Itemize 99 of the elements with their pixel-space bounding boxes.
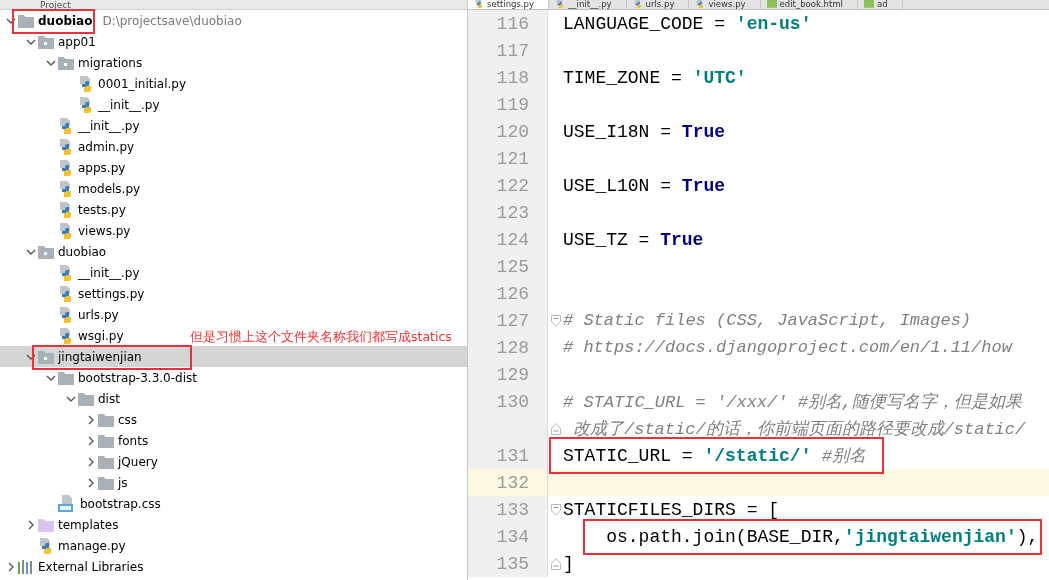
tree-item[interactable]: apps.py [0, 157, 126, 178]
package-folder-icon [58, 55, 74, 70]
line-number: 134 [468, 523, 548, 550]
package-folder-icon [38, 34, 54, 49]
libraries-icon [18, 559, 34, 574]
tree-item[interactable]: manage.py [0, 535, 126, 556]
python-file-icon [58, 138, 74, 155]
tree-item[interactable]: wsgi.py [0, 325, 124, 346]
line-number: 131 [468, 442, 548, 469]
line-number: 121 [468, 145, 548, 172]
code-text: os.path.join(BASE_DIR,'jingtaiwenjian'), [563, 526, 1039, 547]
tree-item[interactable]: js [0, 472, 128, 493]
python-file-icon [58, 222, 74, 239]
code-text: STATICFILES_DIRS = [ [563, 499, 780, 520]
folder-icon [98, 475, 114, 490]
tree-item[interactable]: External Libraries [0, 556, 144, 577]
css-file-icon [58, 494, 76, 513]
folder-path: D:\projectsave\duobiao [102, 13, 242, 28]
line-number: 120 [468, 118, 548, 145]
line-number: 130 [468, 388, 548, 415]
folder-icon [18, 13, 34, 28]
line-number: 123 [468, 199, 548, 226]
line-number: 125 [468, 253, 548, 280]
code-text: # STATIC_URL = '/xxx/' #别名,随便写名字，但是如果 [563, 391, 1023, 413]
code-text: STATIC_URL = '/static/' #别名 [563, 444, 866, 467]
code-text: 改成了/static/的话，你前端页面的路径要改成/static/ [572, 419, 1026, 440]
line-number: 133 [468, 496, 548, 523]
folder-icon [98, 412, 114, 427]
tree-item[interactable]: urls.py [0, 304, 119, 325]
line-number: 129 [468, 361, 548, 388]
html-file-icon [863, 0, 874, 10]
python-file-icon [58, 306, 74, 323]
code-text: USE_TZ = True [563, 229, 704, 250]
package-folder-icon [38, 349, 54, 364]
line-number: 127 [468, 307, 548, 334]
line-number: 118 [468, 64, 548, 91]
line-number: 117 [468, 37, 548, 64]
tree-item[interactable]: admin.py [0, 136, 135, 157]
tree-item[interactable]: views.py [0, 220, 131, 241]
tree-item[interactable]: tests.py [0, 199, 126, 220]
line-number: 119 [468, 91, 548, 118]
line-number: 128 [468, 334, 548, 361]
code-text: # https://docs.djangoproject.com/en/1.11/how [563, 338, 1012, 357]
editor-tab[interactable]: ad [857, 0, 903, 9]
folder-icon [78, 391, 94, 406]
package-folder-icon [38, 244, 54, 259]
tree-item[interactable]: migrations [0, 52, 143, 73]
tree-item[interactable]: jingtaiwenjian [0, 346, 467, 367]
line-number: 124 [468, 226, 548, 253]
python-file-icon [78, 75, 94, 92]
tree-item[interactable]: bootstrap-3.3.0-dist [0, 367, 197, 388]
python-file-icon [58, 180, 74, 197]
folder-icon [98, 433, 114, 448]
tree-item[interactable]: app01 [0, 31, 96, 52]
line-number: 135 [468, 550, 548, 577]
python-file-icon [58, 327, 74, 344]
python-file-icon [78, 96, 94, 113]
tree-item[interactable]: bootstrap.css [0, 493, 161, 514]
tree-item[interactable]: settings.py [0, 283, 145, 304]
annotation-note: 但是习惯上这个文件夹名称我们都写成statics [190, 329, 452, 344]
code-text: USE_L10N = True [563, 175, 726, 196]
python-file-icon [38, 537, 54, 554]
tree-item[interactable]: jQuery [0, 451, 158, 472]
html-file-icon [766, 0, 777, 10]
tree-item[interactable]: templates [0, 514, 119, 535]
python-file-icon [58, 201, 74, 218]
editor-tab[interactable]: urls.py [626, 0, 690, 9]
tree-item[interactable]: dist [0, 388, 120, 409]
editor-tab[interactable]: settings.py [468, 0, 550, 9]
editor-tab[interactable]: views.py [689, 0, 761, 9]
code-text: TIME_ZONE = 'UTC' [563, 67, 747, 88]
python-file-icon [58, 159, 74, 176]
editor-tab[interactable]: __init__.py [549, 0, 627, 9]
tree-item[interactable]: 0001_initial.py [0, 73, 187, 94]
tree-item[interactable]: duobiao [0, 241, 107, 262]
editor-tab[interactable]: edit_book.html [760, 0, 858, 9]
code-text: USE_I18N = True [563, 121, 726, 142]
python-file-icon [58, 285, 74, 302]
tree-item[interactable]: models.py [0, 178, 141, 199]
code-text: LANGUAGE_CODE = 'en-us' [563, 13, 812, 34]
code-text: ] [563, 553, 574, 574]
tree-item[interactable]: __init__.py [0, 262, 140, 283]
code-text: # Static files (CSS, JavaScript, Images) [563, 311, 972, 330]
python-file-icon [58, 264, 74, 281]
line-number: 122 [468, 172, 548, 199]
python-file-icon [58, 117, 74, 134]
tree-item[interactable]: css [0, 409, 138, 430]
line-number: 116 [468, 10, 548, 37]
panel-title: Project [40, 0, 71, 10]
tree-item[interactable]: __init__.py [0, 94, 160, 115]
folder-icon [58, 370, 74, 385]
tree-item[interactable]: __init__.py [0, 115, 140, 136]
tree-item[interactable]: duobiao D:\projectsave\duobiao [0, 10, 242, 31]
fold-icon[interactable] [550, 503, 561, 516]
tree-item[interactable]: fonts [0, 430, 149, 451]
folder-icon [98, 454, 114, 469]
fold-icon[interactable] [550, 314, 561, 327]
line-number: 126 [468, 280, 548, 307]
folder-icon [38, 517, 54, 532]
